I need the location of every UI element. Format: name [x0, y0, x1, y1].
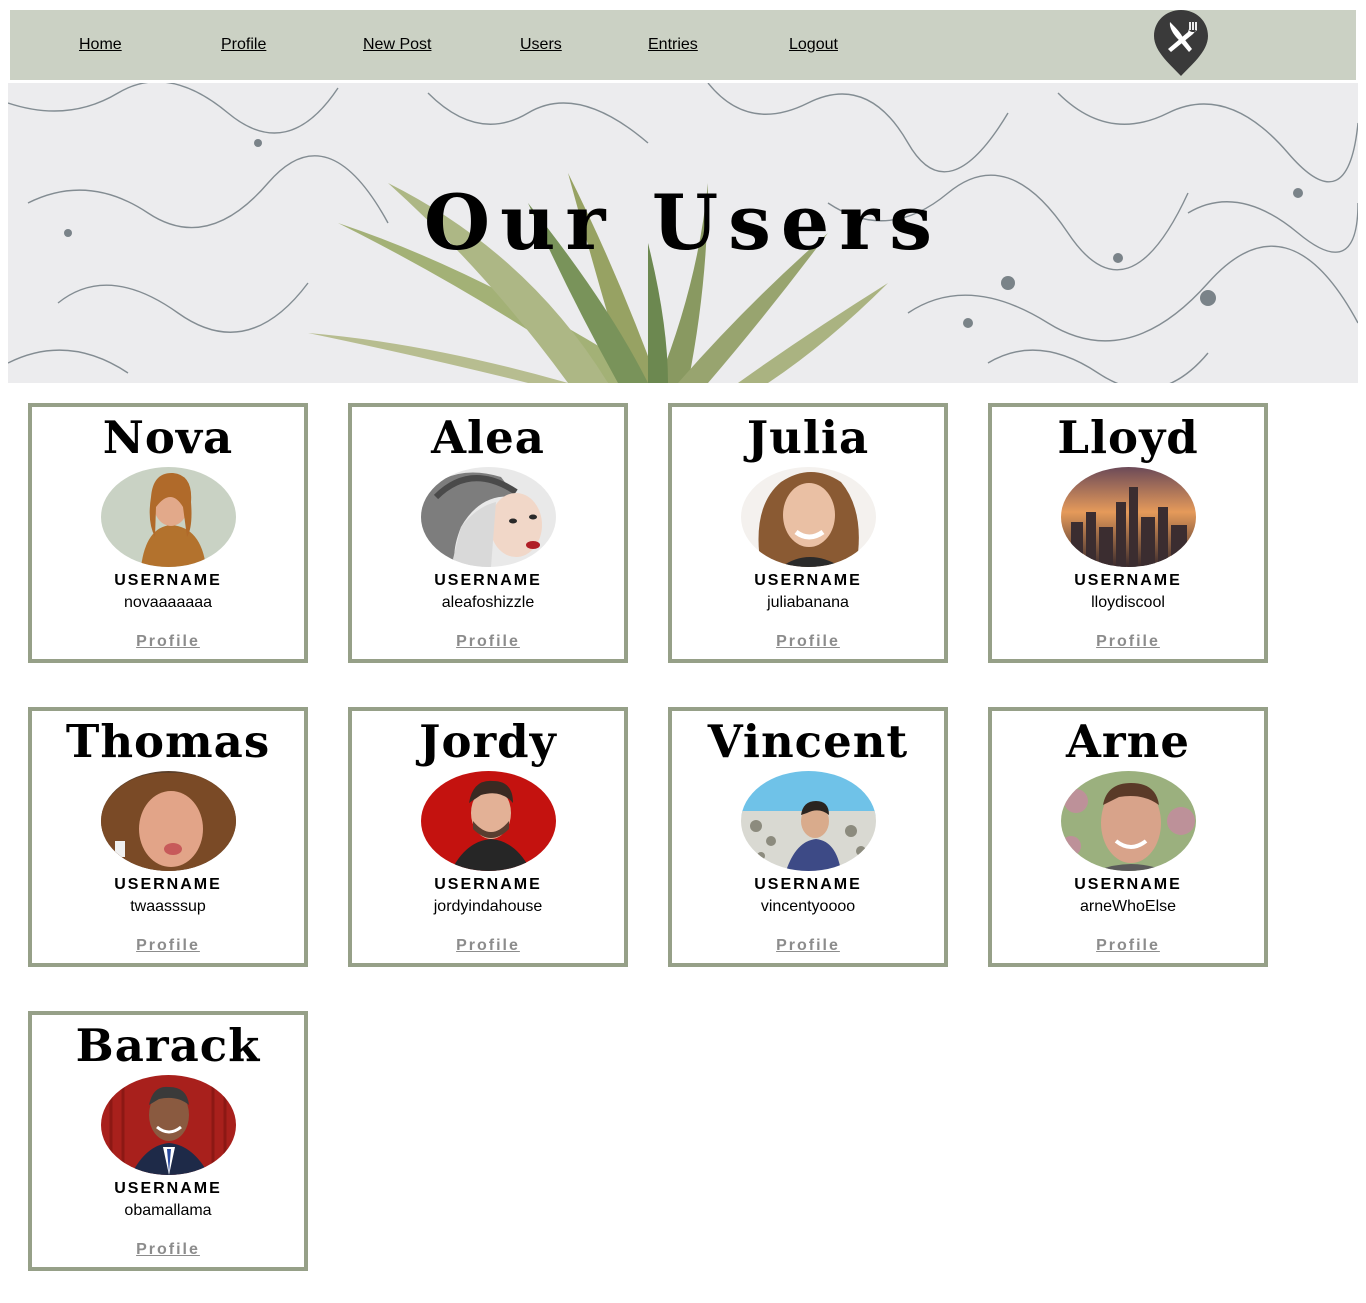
nav-link-home[interactable]: Home	[79, 36, 122, 54]
username-value: vincentyoooo	[760, 898, 856, 915]
user-avatar[interactable]	[101, 771, 236, 871]
user-card: Barack USERNAME obamallama Profile	[28, 1011, 308, 1271]
user-name: Vincent	[707, 715, 909, 768]
hero-banner: Our Users	[8, 83, 1358, 383]
user-name: Thomas	[65, 715, 271, 768]
user-name: Lloyd	[1057, 411, 1199, 464]
username-value: aleafoshizzle	[441, 594, 535, 611]
user-name: Julia	[746, 411, 870, 464]
user-avatar[interactable]	[1061, 771, 1196, 871]
user-name: Nova	[102, 411, 234, 464]
profile-link[interactable]: Profile	[992, 633, 1264, 651]
user-avatar[interactable]	[101, 1075, 236, 1175]
user-name: Alea	[431, 411, 545, 464]
nav-link-new-post[interactable]: New Post	[363, 36, 431, 54]
profile-link[interactable]: Profile	[352, 633, 624, 651]
user-card: Julia USERNAME juliabanana Profile	[668, 403, 948, 663]
user-card: Jordy USERNAME jordyindahouse Profile	[348, 707, 628, 967]
username-label: USERNAME	[754, 876, 862, 893]
user-avatar[interactable]	[421, 467, 556, 567]
user-card: Nova USERNAME novaaaaaaa Profile	[28, 403, 308, 663]
username-label: USERNAME	[1074, 876, 1182, 893]
fork-knife-pin-icon[interactable]	[1152, 8, 1210, 78]
username-value: juliabanana	[767, 594, 849, 611]
username-value: twaasssup	[130, 898, 206, 915]
user-card: Lloyd USERNAME lloydiscool Profile	[988, 403, 1268, 663]
profile-link[interactable]: Profile	[32, 633, 304, 651]
user-name: Jordy	[419, 715, 557, 768]
top-navbar: Home Profile New Post Users Entries Logo…	[10, 10, 1356, 82]
user-card: Thomas USERNAME twaasssup Profile	[28, 707, 308, 967]
profile-link[interactable]: Profile	[992, 937, 1264, 955]
username-label: USERNAME	[434, 572, 542, 589]
username-value: arneWhoElse	[1079, 898, 1177, 915]
profile-link[interactable]: Profile	[352, 937, 624, 955]
username-label: USERNAME	[754, 572, 862, 589]
profile-link[interactable]: Profile	[32, 937, 304, 955]
username-value: obamallama	[124, 1202, 212, 1219]
user-avatar[interactable]	[101, 467, 236, 567]
user-card: Arne USERNAME arneWhoElse Profile	[988, 707, 1268, 967]
nav-link-entries[interactable]: Entries	[648, 36, 698, 54]
username-label: USERNAME	[114, 1180, 222, 1197]
nav-link-profile[interactable]: Profile	[221, 36, 266, 54]
nav-link-users[interactable]: Users	[520, 36, 562, 54]
username-value: novaaaaaaa	[123, 594, 213, 611]
user-avatar[interactable]	[741, 467, 876, 567]
username-label: USERNAME	[434, 876, 542, 893]
user-avatar[interactable]	[421, 771, 556, 871]
user-card: Vincent USERNAME vincentyoooo Profile	[668, 707, 948, 967]
username-value: lloydiscool	[1091, 594, 1165, 611]
user-card: Alea USERNAME aleafoshizzle Profile	[348, 403, 628, 663]
user-name: Arne	[1066, 715, 1190, 768]
user-avatar[interactable]	[741, 771, 876, 871]
profile-link[interactable]: Profile	[672, 937, 944, 955]
username-label: USERNAME	[114, 876, 222, 893]
user-avatar[interactable]	[1061, 467, 1196, 567]
username-value: jordyindahouse	[433, 898, 543, 915]
user-name: Barack	[75, 1019, 261, 1072]
profile-link[interactable]: Profile	[32, 1241, 304, 1259]
username-label: USERNAME	[1074, 572, 1182, 589]
username-label: USERNAME	[114, 572, 222, 589]
page-title: Our Users	[423, 178, 943, 267]
nav-link-logout[interactable]: Logout	[789, 36, 838, 54]
users-page: Home Profile New Post Users Entries Logo…	[0, 0, 1366, 1303]
profile-link[interactable]: Profile	[672, 633, 944, 651]
